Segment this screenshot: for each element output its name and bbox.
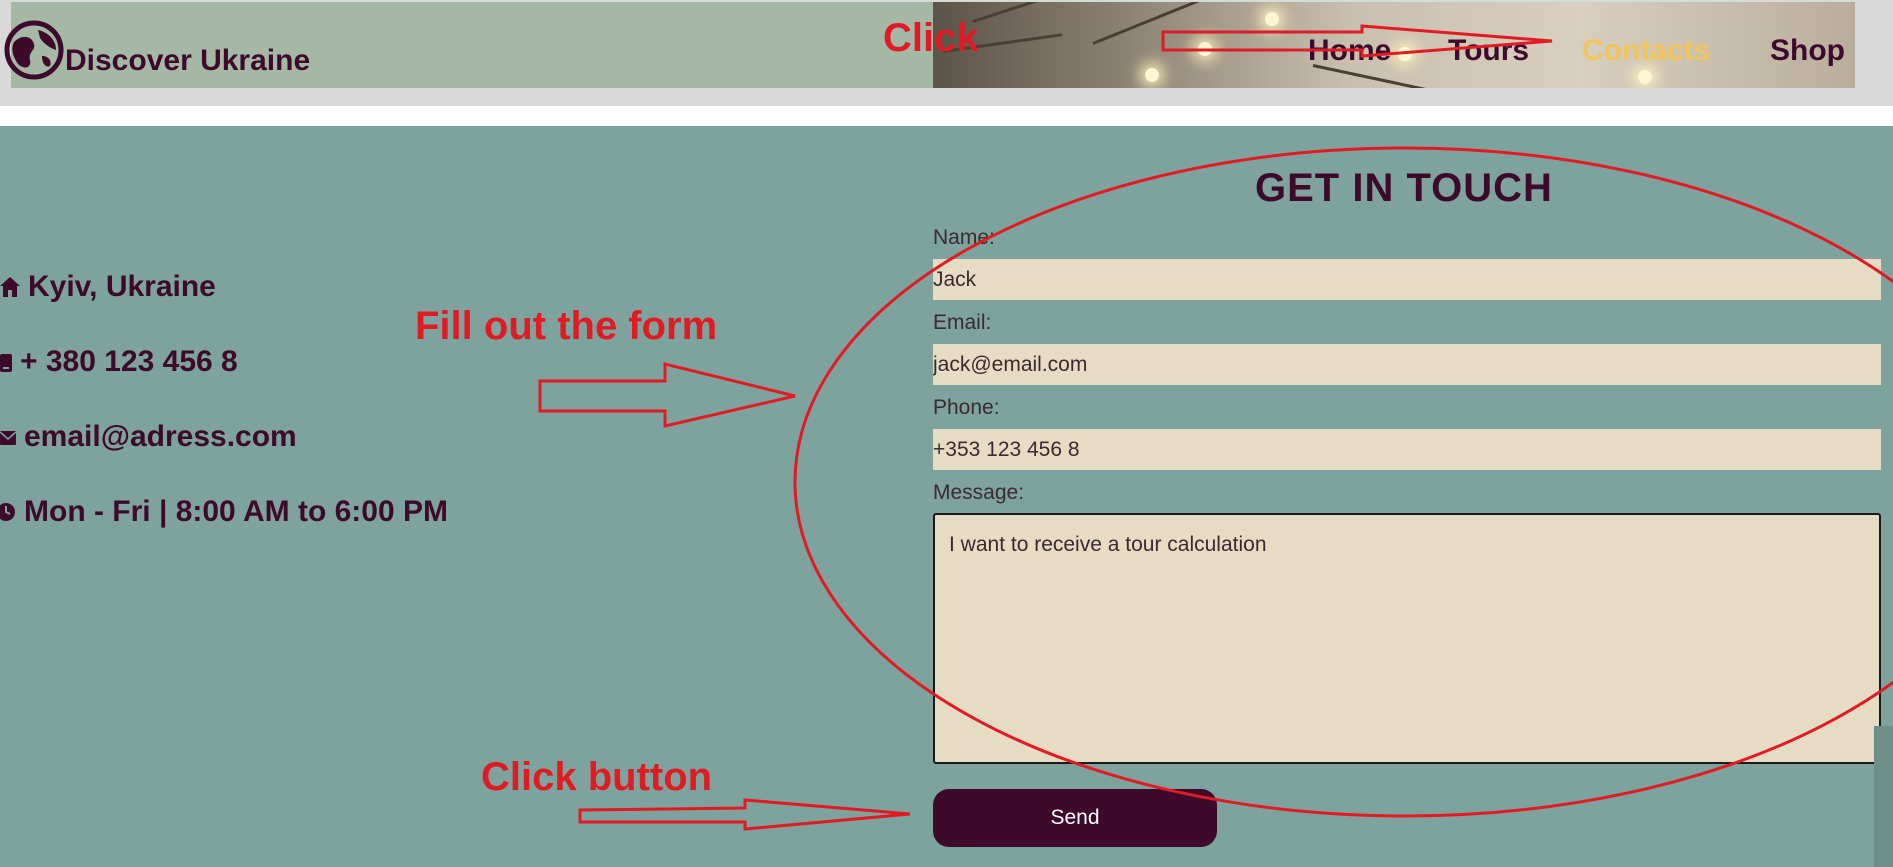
nav-tours[interactable]: Tours	[1448, 34, 1529, 74]
annotation-fill-form: Fill out the form	[415, 304, 718, 348]
message-label: Message:	[933, 481, 1025, 504]
header-photo	[933, 2, 1855, 88]
email-label: Email:	[933, 311, 992, 334]
phone-label: Phone:	[933, 396, 1000, 419]
globe-logo-icon	[4, 20, 64, 80]
annotation-click-button: Click button	[481, 755, 713, 799]
form-title: GET IN TOUCH	[1255, 166, 1553, 210]
header-divider	[0, 106, 1893, 126]
contact-phone: + 380 123 456 8	[0, 342, 238, 382]
contact-email-text: email@adress.com	[24, 420, 297, 453]
name-field[interactable]	[933, 259, 1881, 300]
name-label: Name:	[933, 226, 995, 249]
phone-icon	[0, 354, 12, 372]
nav-shop[interactable]: Shop	[1770, 34, 1845, 74]
clock-icon	[0, 503, 15, 521]
contact-hours-text: Mon - Fri | 8:00 AM to 6:00 PM	[24, 495, 448, 528]
contact-address: Kyiv, Ukraine	[0, 267, 216, 307]
message-field[interactable]	[933, 513, 1881, 764]
contact-phone-text: + 380 123 456 8	[20, 345, 238, 378]
contact-hours: Mon - Fri | 8:00 AM to 6:00 PM	[0, 492, 448, 532]
phone-field[interactable]	[933, 429, 1881, 470]
annotation-click: Click	[883, 16, 979, 60]
nav-home[interactable]: Home	[1308, 34, 1391, 74]
contact-address-text: Kyiv, Ukraine	[28, 270, 216, 303]
nav-contacts[interactable]: Contacts	[1582, 34, 1710, 74]
send-button[interactable]: Send	[933, 789, 1217, 847]
contact-email: email@adress.com	[0, 417, 297, 457]
home-icon	[0, 277, 20, 297]
scrollbar[interactable]	[1874, 726, 1893, 867]
envelope-icon	[0, 431, 16, 445]
email-field[interactable]	[933, 344, 1881, 385]
brand-name[interactable]: Discover Ukraine	[65, 44, 310, 78]
